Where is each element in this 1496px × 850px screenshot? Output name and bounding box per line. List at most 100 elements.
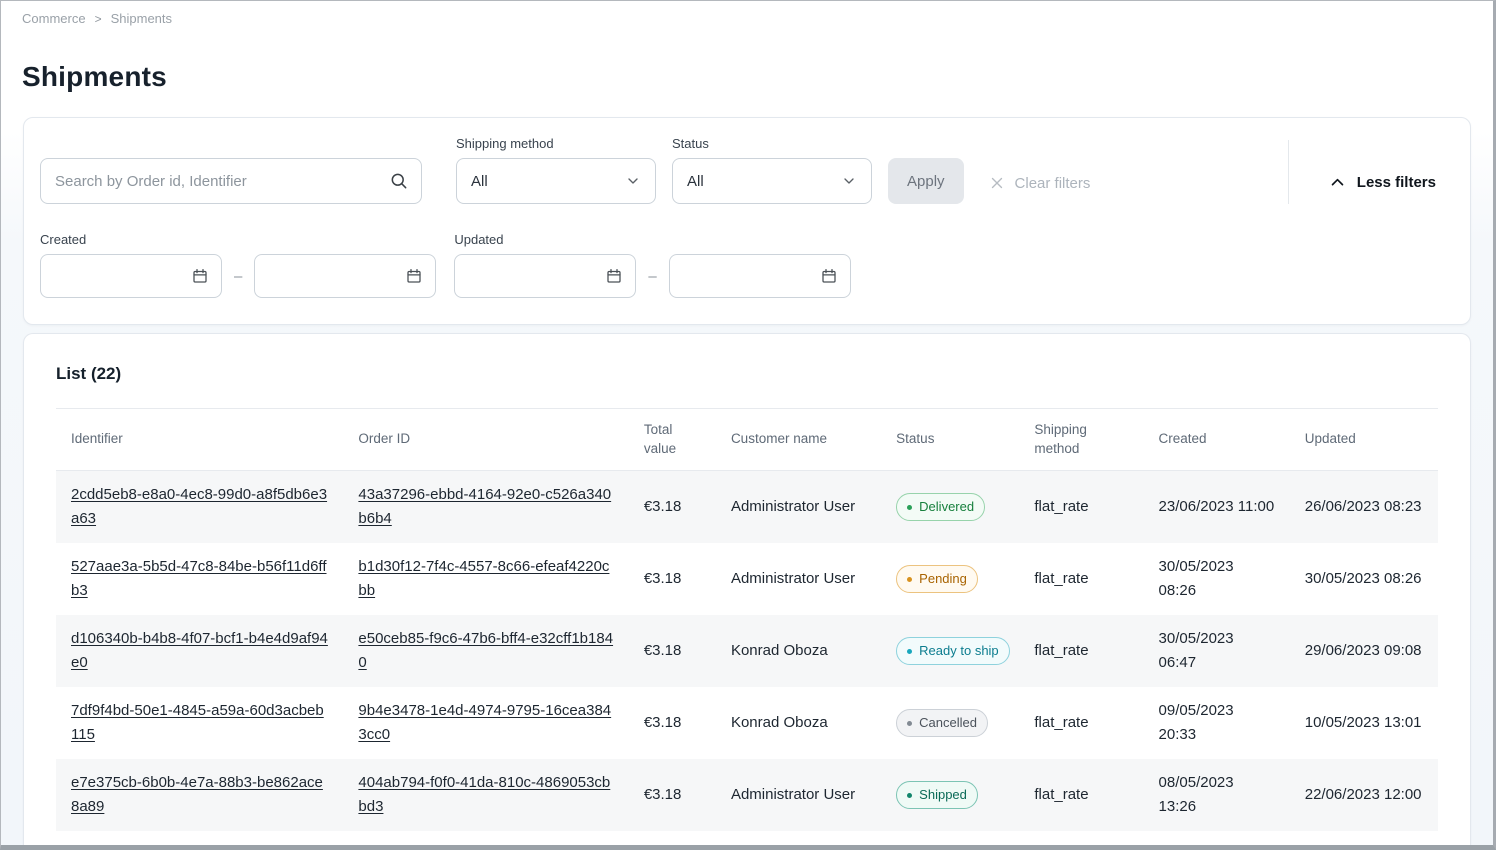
date-range-separator: –	[648, 268, 656, 285]
updated-date-filter: Updated –	[454, 232, 850, 298]
table-row: 7df9f4bd-50e1-4845-a59a-60d3acbeb115 9b4…	[56, 687, 1438, 759]
identifier-link[interactable]: 2cdd5eb8-e8a0-4ec8-99d0-a8f5db6e3a63	[71, 486, 327, 527]
updated-cell: 30/05/2023 08:26	[1290, 543, 1438, 615]
calendar-icon	[820, 267, 838, 285]
column-header-created: Created	[1144, 409, 1290, 471]
total-value-cell: €3.18	[629, 543, 716, 615]
shipments-table: Identifier Order ID Total value Customer…	[56, 408, 1438, 831]
table-row: e7e375cb-6b0b-4e7a-88b3-be862ace8a89 404…	[56, 759, 1438, 831]
column-header-status: Status	[881, 409, 1019, 471]
less-filters-label: Less filters	[1357, 174, 1436, 191]
less-filters-toggle[interactable]: Less filters	[1329, 174, 1436, 191]
shipping-method-select[interactable]: All	[456, 158, 656, 204]
updated-from-input[interactable]	[454, 254, 636, 298]
identifier-link[interactable]: 7df9f4bd-50e1-4845-a59a-60d3acbeb115	[71, 702, 324, 743]
identifier-link[interactable]: d106340b-b4b8-4f07-bcf1-b4e4d9af94e0	[71, 630, 328, 671]
created-to-input[interactable]	[254, 254, 436, 298]
search-input[interactable]	[40, 158, 422, 204]
created-cell: 30/05/2023 06:47	[1144, 615, 1290, 687]
updated-to-input[interactable]	[669, 254, 851, 298]
table-row: 2cdd5eb8-e8a0-4ec8-99d0-a8f5db6e3a63 43a…	[56, 471, 1438, 544]
table-row: 527aae3a-5b5d-47c8-84be-b56f11d6ffb3 b1d…	[56, 543, 1438, 615]
column-header-shipping-method: Shipping method	[1019, 409, 1143, 471]
shipping-method-value: All	[471, 173, 488, 190]
created-cell: 09/05/2023 20:33	[1144, 687, 1290, 759]
status-dot-icon	[907, 793, 912, 798]
created-from-input[interactable]	[40, 254, 222, 298]
status-dot-icon	[907, 577, 912, 582]
total-value-cell: €3.18	[629, 759, 716, 831]
column-header-identifier: Identifier	[56, 409, 343, 471]
status-label: Cancelled	[919, 714, 977, 732]
order-id-link[interactable]: 43a37296-ebbd-4164-92e0-c526a340b6b4	[358, 486, 611, 527]
order-id-link[interactable]: e50ceb85-f9c6-47b6-bff4-e32cff1b1840	[358, 630, 613, 671]
close-icon	[988, 174, 1006, 192]
customer-name-cell: Administrator User	[716, 543, 881, 615]
search-field	[40, 158, 422, 204]
status-badge: Delivered	[896, 493, 985, 521]
status-dot-icon	[907, 505, 912, 510]
shipping-method-cell: flat_rate	[1019, 615, 1143, 687]
chevron-down-icon	[841, 173, 857, 189]
status-label: Pending	[919, 570, 967, 588]
identifier-link[interactable]: 527aae3a-5b5d-47c8-84be-b56f11d6ffb3	[71, 558, 327, 599]
shipments-list-card: List (22) Identifier Order ID Total valu…	[23, 333, 1471, 850]
updated-label: Updated	[454, 232, 850, 247]
table-header-row: Identifier Order ID Total value Customer…	[56, 409, 1438, 471]
shipments-page: Commerce > Shipments Shipments Shipping …	[0, 0, 1496, 850]
breadcrumb: Commerce > Shipments	[1, 1, 1493, 26]
apply-button[interactable]: Apply	[888, 158, 964, 204]
total-value-cell: €3.18	[629, 615, 716, 687]
created-date-filter: Created –	[40, 232, 436, 298]
breadcrumb-commerce[interactable]: Commerce	[22, 11, 86, 26]
updated-cell: 10/05/2023 13:01	[1290, 687, 1438, 759]
status-badge: Pending	[896, 565, 978, 593]
filters-row-dates: Created –	[40, 232, 1454, 298]
breadcrumb-shipments[interactable]: Shipments	[111, 11, 172, 26]
status-badge: Shipped	[896, 781, 978, 809]
column-header-updated: Updated	[1290, 409, 1438, 471]
column-header-total-value: Total value	[629, 409, 716, 471]
search-icon	[389, 171, 409, 191]
status-label: Ready to ship	[919, 642, 999, 660]
customer-name-cell: Administrator User	[716, 471, 881, 544]
identifier-link[interactable]: e7e375cb-6b0b-4e7a-88b3-be862ace8a89	[71, 774, 323, 815]
order-id-link[interactable]: 404ab794-f0f0-41da-810c-4869053cbbd3	[358, 774, 610, 815]
clear-filters-label: Clear filters	[1015, 175, 1091, 192]
status-filter: Status All	[672, 136, 872, 204]
status-label: Status	[672, 136, 872, 151]
shipping-method-cell: flat_rate	[1019, 687, 1143, 759]
calendar-icon	[191, 267, 209, 285]
shipping-method-filter: Shipping method All	[456, 136, 656, 204]
updated-cell: 29/06/2023 09:08	[1290, 615, 1438, 687]
date-range-separator: –	[234, 268, 242, 285]
updated-cell: 26/06/2023 08:23	[1290, 471, 1438, 544]
column-header-customer-name: Customer name	[716, 409, 881, 471]
calendar-icon	[405, 267, 423, 285]
filters-divider	[1288, 140, 1289, 204]
order-id-link[interactable]: 9b4e3478-1e4d-4974-9795-16cea3843cc0	[358, 702, 611, 743]
filters-row-main: Shipping method All Status All	[40, 136, 1454, 204]
chevron-up-icon	[1329, 174, 1346, 191]
created-label: Created	[40, 232, 436, 247]
status-select[interactable]: All	[672, 158, 872, 204]
clear-filters-button[interactable]: Clear filters	[988, 174, 1091, 192]
created-cell: 23/06/2023 11:00	[1144, 471, 1290, 544]
updated-cell: 22/06/2023 12:00	[1290, 759, 1438, 831]
status-label: Shipped	[919, 786, 967, 804]
order-id-link[interactable]: b1d30f12-7f4c-4557-8c66-efeaf4220cbb	[358, 558, 609, 599]
customer-name-cell: Administrator User	[716, 759, 881, 831]
shipping-method-cell: flat_rate	[1019, 471, 1143, 544]
customer-name-cell: Konrad Oboza	[716, 615, 881, 687]
filters-panel: Shipping method All Status All	[23, 117, 1471, 325]
column-header-order-id: Order ID	[343, 409, 628, 471]
total-value-cell: €3.18	[629, 687, 716, 759]
shipping-method-label: Shipping method	[456, 136, 656, 151]
breadcrumb-separator: >	[95, 12, 102, 26]
page-title: Shipments	[22, 63, 1493, 91]
list-title: List (22)	[56, 364, 1438, 384]
chevron-down-icon	[625, 173, 641, 189]
customer-name-cell: Konrad Oboza	[716, 687, 881, 759]
total-value-cell: €3.18	[629, 471, 716, 544]
status-dot-icon	[907, 721, 912, 726]
